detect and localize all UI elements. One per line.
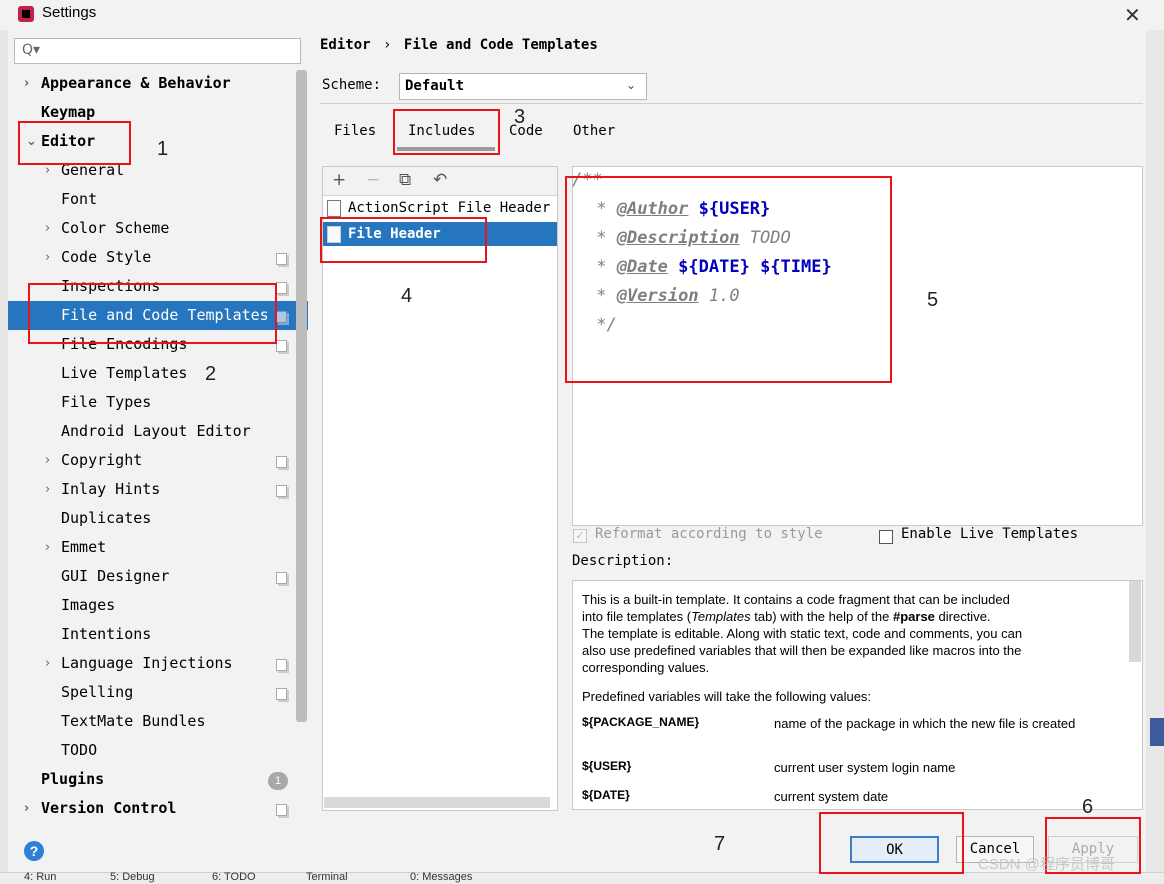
tab-other[interactable]: Other xyxy=(573,123,615,139)
project-settings-icon xyxy=(276,456,287,468)
status-terminal[interactable]: Terminal xyxy=(306,872,348,883)
annotation-box xyxy=(28,283,277,344)
chevron-right-icon: › xyxy=(45,482,51,497)
status-run[interactable]: 4: Run xyxy=(24,872,56,883)
project-settings-icon xyxy=(276,804,287,816)
tree-item-plugins[interactable]: Plugins xyxy=(8,765,296,794)
tree-item-version-control[interactable]: › Version Control xyxy=(8,794,296,823)
close-icon[interactable]: ✕ xyxy=(1124,3,1141,27)
project-settings-icon xyxy=(276,253,287,265)
scheme-label: Scheme: xyxy=(322,77,382,93)
template-list-scrollbar[interactable] xyxy=(324,797,550,808)
description-label: Description: xyxy=(572,553,674,569)
reformat-label: Reformat according to style xyxy=(595,526,823,542)
background-window-strip xyxy=(0,30,8,872)
divider xyxy=(320,103,1143,104)
search-icon: Q▾ xyxy=(22,42,41,58)
plugins-update-badge: 1 xyxy=(268,772,288,790)
enable-live-templates-checkbox[interactable] xyxy=(879,530,893,544)
annotation-number: 2 xyxy=(205,363,217,385)
tree-item-font[interactable]: Font xyxy=(8,185,296,214)
tree-item-textmate-bundles[interactable]: TextMate Bundles xyxy=(8,707,296,736)
reset-icon[interactable]: ↶ xyxy=(433,170,447,190)
variable-name: ${USER} xyxy=(582,759,632,773)
tree-item-todo[interactable]: TODO xyxy=(8,736,296,765)
annotation-number: 1 xyxy=(157,138,169,160)
annotation-box xyxy=(819,812,964,874)
chevron-right-icon: › xyxy=(45,250,51,265)
variable-description: current system date xyxy=(774,789,889,804)
description-text: This is a built-in template. It contains… xyxy=(582,592,1010,607)
chevron-down-icon: ⌄ xyxy=(626,78,637,92)
tree-item-duplicates[interactable]: Duplicates xyxy=(8,504,296,533)
annotation-box xyxy=(393,109,500,155)
add-icon[interactable]: + xyxy=(332,170,346,190)
settings-search-input[interactable] xyxy=(14,38,301,64)
chevron-right-icon: › xyxy=(45,656,51,671)
annotation-box xyxy=(565,176,892,383)
tree-item-intentions[interactable]: Intentions xyxy=(8,620,296,649)
annotation-number: 3 xyxy=(514,106,526,128)
annotation-box xyxy=(320,217,487,263)
chevron-right-icon: › xyxy=(24,801,30,816)
project-settings-icon xyxy=(276,572,287,584)
tree-item-spelling[interactable]: Spelling xyxy=(8,678,296,707)
chevron-right-icon: › xyxy=(45,540,51,555)
description-text: corresponding values. xyxy=(582,660,710,675)
window-title: Settings xyxy=(42,4,97,21)
description-text: The template is editable. Along with sta… xyxy=(582,626,1023,641)
tree-item-code-style[interactable]: › Code Style xyxy=(8,243,296,272)
breadcrumb: Editor › File and Code Templates xyxy=(320,37,598,53)
tree-item-live-templates[interactable]: Live Templates xyxy=(8,359,296,388)
description-text: also use predefined variables that will … xyxy=(582,643,1022,658)
status-debug[interactable]: 5: Debug xyxy=(110,872,155,883)
project-settings-icon xyxy=(276,659,287,671)
actionscript-file-icon xyxy=(327,200,341,217)
annotation-number: 7 xyxy=(714,833,726,855)
project-settings-icon xyxy=(276,485,287,497)
remove-icon[interactable]: − xyxy=(366,170,380,190)
variable-name: ${PACKAGE_NAME} xyxy=(582,715,700,729)
chevron-right-icon: › xyxy=(45,221,51,236)
project-settings-icon xyxy=(276,340,287,352)
enable-live-templates-label: Enable Live Templates xyxy=(901,526,1079,542)
project-settings-icon xyxy=(276,311,287,323)
annotation-number: 4 xyxy=(401,285,413,307)
tree-item-images[interactable]: Images xyxy=(8,591,296,620)
chevron-right-icon: › xyxy=(24,76,30,91)
watermark: CSDN @程序员博哥 xyxy=(978,856,1115,873)
variable-description: current user system login name xyxy=(774,760,956,775)
description-text: into file templates (Templates tab) with… xyxy=(582,609,991,624)
scheme-selected-value: Default xyxy=(405,78,465,94)
reformat-checkbox[interactable]: ✓ xyxy=(573,529,587,543)
copy-icon[interactable]: ⧉ xyxy=(399,170,411,190)
status-todo[interactable]: 6: TODO xyxy=(212,872,256,883)
chevron-right-icon: › xyxy=(45,453,51,468)
tree-item-language-injections[interactable]: › Language Injections xyxy=(8,649,296,678)
tree-item-gui-designer[interactable]: GUI Designer xyxy=(8,562,296,591)
description-scrollbar[interactable] xyxy=(1129,581,1141,662)
background-window-highlight xyxy=(1150,718,1164,746)
tree-item-copyright[interactable]: › Copyright xyxy=(8,446,296,475)
annotation-number: 6 xyxy=(1082,796,1094,818)
tab-files[interactable]: Files xyxy=(334,123,376,139)
project-settings-icon xyxy=(276,688,287,700)
tree-item-appearance-behavior[interactable]: › Appearance & Behavior xyxy=(8,69,296,98)
annotation-number: 5 xyxy=(927,289,939,311)
sidebar-scrollbar[interactable] xyxy=(296,70,307,722)
help-button[interactable]: ? xyxy=(24,841,44,861)
project-settings-icon xyxy=(276,282,287,294)
annotation-box xyxy=(18,121,131,165)
intellij-logo-icon xyxy=(18,6,34,22)
variable-name: ${DATE} xyxy=(582,788,630,802)
tree-item-color-scheme[interactable]: › Color Scheme xyxy=(8,214,296,243)
title-bar xyxy=(0,0,1164,30)
tree-item-inlay-hints[interactable]: › Inlay Hints xyxy=(8,475,296,504)
tree-item-emmet[interactable]: › Emmet xyxy=(8,533,296,562)
variable-description: name of the package in which the new fil… xyxy=(774,716,1076,731)
status-messages[interactable]: 0: Messages xyxy=(410,872,472,883)
tree-item-file-types[interactable]: File Types xyxy=(8,388,296,417)
description-text: Predefined variables will take the follo… xyxy=(582,689,872,704)
tree-item-android-layout-editor[interactable]: Android Layout Editor xyxy=(8,417,296,446)
